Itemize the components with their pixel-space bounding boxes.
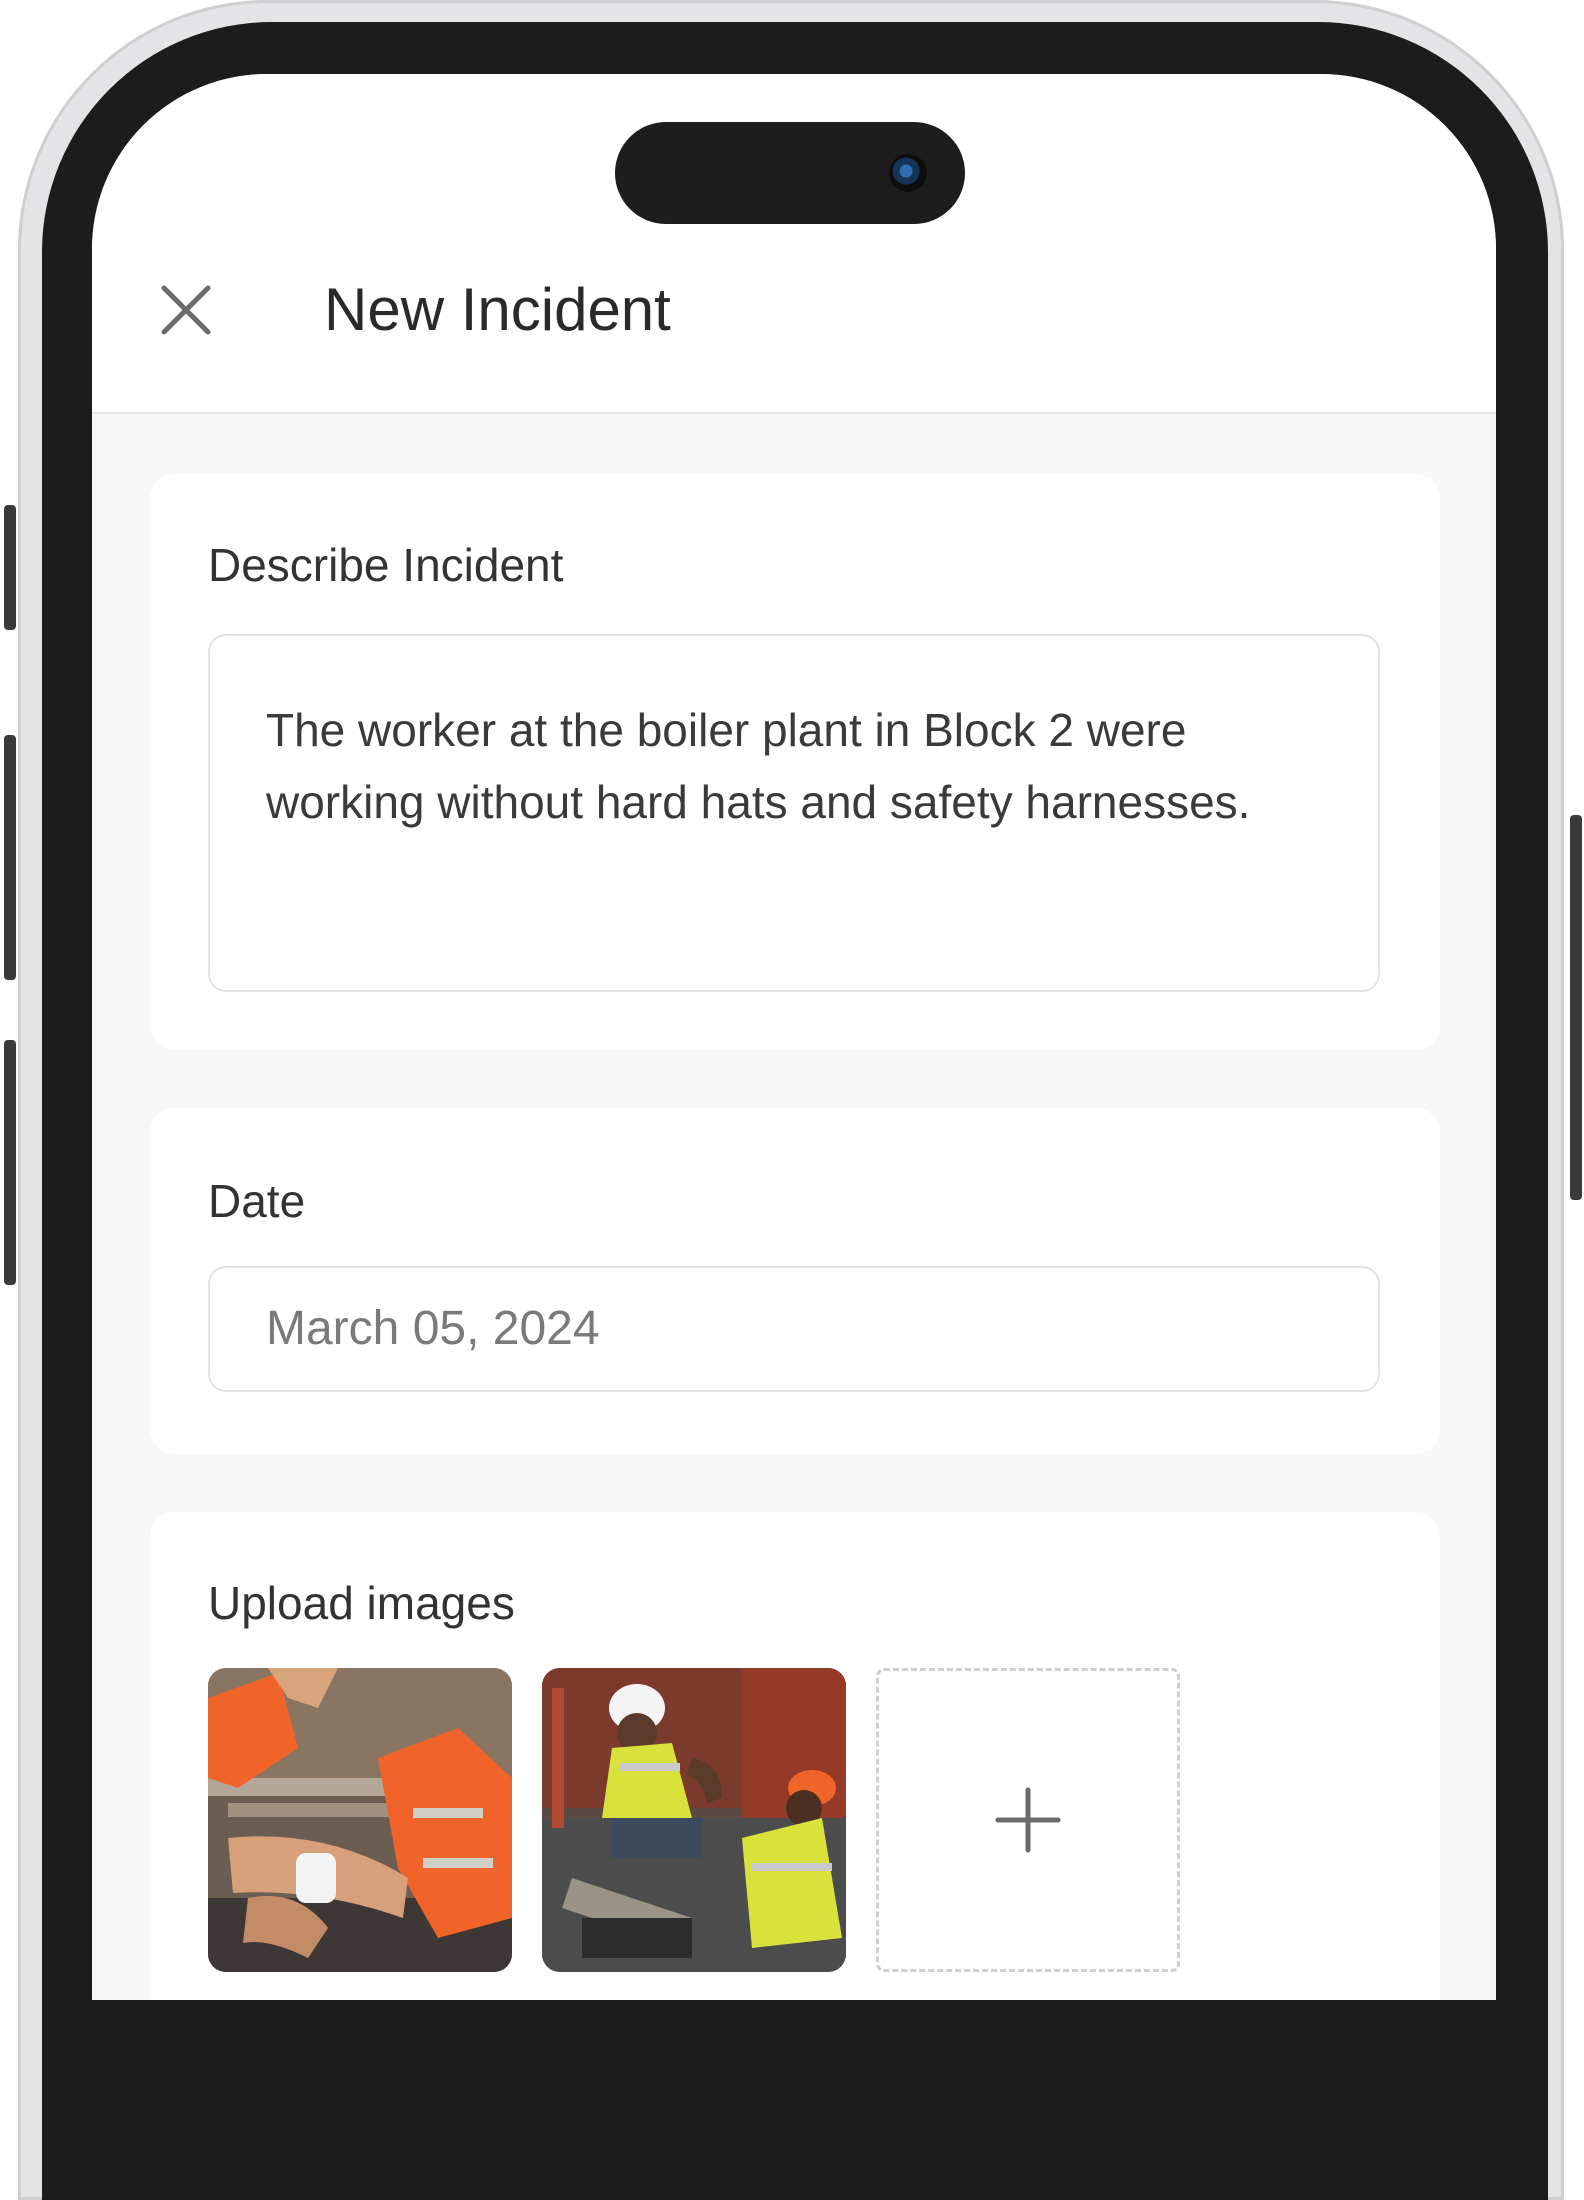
worker-bandaging-arm-photo	[208, 1668, 512, 1972]
plus-icon	[995, 1787, 1061, 1853]
phone-side-button	[4, 505, 16, 630]
upload-images-label: Upload images	[208, 1577, 515, 1629]
worker-helping-fallen-worker-photo	[542, 1668, 846, 1972]
describe-incident-text: The worker at the boiler plant in Block …	[266, 704, 1251, 828]
upload-images-card: Upload images	[150, 1512, 1440, 2000]
page-title: New Incident	[324, 276, 671, 343]
uploaded-image-1[interactable]	[208, 1668, 512, 1972]
date-card: Date March 05, 2024	[150, 1108, 1440, 1454]
phone-side-button	[1570, 815, 1582, 1200]
app-screen: New Incident Describe Incident The worke…	[92, 74, 1496, 2000]
describe-incident-label: Describe Incident	[208, 539, 564, 591]
close-button[interactable]	[156, 280, 216, 340]
phone-side-button	[4, 1040, 16, 1285]
close-icon	[161, 285, 211, 335]
describe-incident-textarea[interactable]: The worker at the boiler plant in Block …	[208, 634, 1380, 992]
phone-side-button	[4, 735, 16, 980]
describe-incident-card: Describe Incident The worker at the boil…	[150, 474, 1440, 1050]
date-label: Date	[208, 1175, 306, 1227]
camera-icon	[889, 154, 927, 192]
dynamic-island	[615, 122, 965, 224]
uploaded-image-2[interactable]	[542, 1668, 846, 1972]
add-image-button[interactable]	[876, 1668, 1180, 1972]
date-field[interactable]: March 05, 2024	[208, 1266, 1380, 1392]
